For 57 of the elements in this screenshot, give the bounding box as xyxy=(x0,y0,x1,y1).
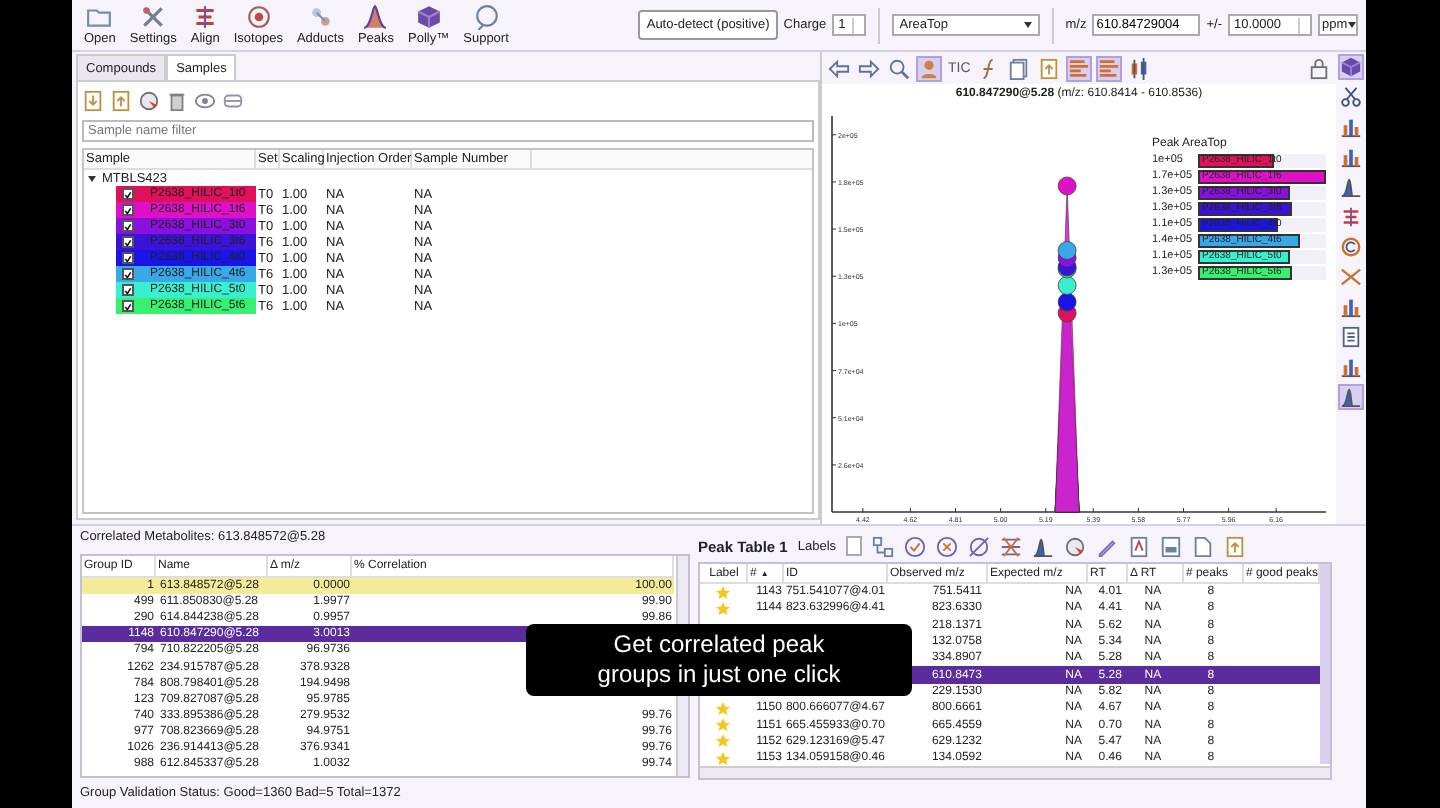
stack-icon[interactable] xyxy=(222,89,244,111)
pdf-file-icon[interactable] xyxy=(1128,535,1151,557)
document-icon[interactable] xyxy=(1192,535,1215,557)
checkbox[interactable] xyxy=(122,204,134,216)
forward-arrow-icon[interactable] xyxy=(858,57,880,79)
scissors-icon[interactable] xyxy=(1340,86,1362,108)
zoom-icon[interactable] xyxy=(888,57,910,79)
list-icon[interactable] xyxy=(1340,326,1362,348)
folder-icon xyxy=(86,4,113,30)
chat-icon xyxy=(473,4,500,30)
bar-chart-icon[interactable] xyxy=(1340,296,1362,318)
null-icon[interactable] xyxy=(968,535,991,557)
target-icon xyxy=(245,4,272,30)
shuffle-icon[interactable] xyxy=(1340,266,1362,288)
cube-icon xyxy=(415,4,442,30)
c-circle-icon[interactable] xyxy=(1340,236,1362,258)
align-icon xyxy=(192,4,219,30)
bar-chart-icon[interactable] xyxy=(1340,146,1362,168)
box-plot-icon[interactable] xyxy=(1128,57,1151,79)
bar-chart-icon[interactable] xyxy=(1340,356,1362,378)
crossed-lines-icon[interactable] xyxy=(1000,535,1023,557)
lock-icon[interactable] xyxy=(1308,57,1330,79)
peak-icon xyxy=(362,4,389,30)
eye-icon[interactable] xyxy=(194,89,216,111)
scrollbar[interactable] xyxy=(1320,564,1330,764)
file-export-icon[interactable] xyxy=(1038,57,1061,79)
check-circle-icon[interactable] xyxy=(904,535,927,557)
checkbox[interactable] xyxy=(122,284,134,296)
trash-icon[interactable] xyxy=(166,89,188,111)
checkbox[interactable] xyxy=(122,236,134,248)
database-file-icon[interactable] xyxy=(1160,535,1183,557)
expand-arrow-icon[interactable] xyxy=(88,175,96,181)
checkbox[interactable] xyxy=(122,188,134,200)
peak-chart-icon[interactable] xyxy=(1340,176,1362,198)
checkbox[interactable] xyxy=(122,252,134,264)
caption-toast: Get correlated peak groups in just one click xyxy=(526,624,912,696)
peak-chart-icon[interactable] xyxy=(1032,535,1055,557)
file-export-icon[interactable] xyxy=(1224,535,1247,557)
molecule-icon xyxy=(307,4,334,30)
palette-icon[interactable] xyxy=(138,89,160,111)
tools-icon xyxy=(140,4,167,30)
copy-icon[interactable] xyxy=(1008,57,1031,79)
align-icon[interactable] xyxy=(1340,206,1362,228)
group-icon[interactable] xyxy=(872,535,895,557)
back-arrow-icon[interactable] xyxy=(828,57,850,79)
file-import-icon[interactable] xyxy=(82,89,104,111)
bar-chart-icon[interactable] xyxy=(1340,116,1362,138)
checkbox[interactable] xyxy=(122,220,134,232)
palette-icon[interactable] xyxy=(1064,535,1087,557)
pen-icon[interactable] xyxy=(1096,535,1119,557)
cancel-circle-icon[interactable] xyxy=(936,535,959,557)
checkbox[interactable] xyxy=(122,268,134,280)
scrollbar[interactable] xyxy=(699,766,1330,778)
file-export-icon[interactable] xyxy=(110,89,132,111)
cube-icon[interactable] xyxy=(1340,56,1362,78)
checkbox[interactable] xyxy=(122,300,134,312)
peak-chart-icon[interactable] xyxy=(1340,386,1362,408)
